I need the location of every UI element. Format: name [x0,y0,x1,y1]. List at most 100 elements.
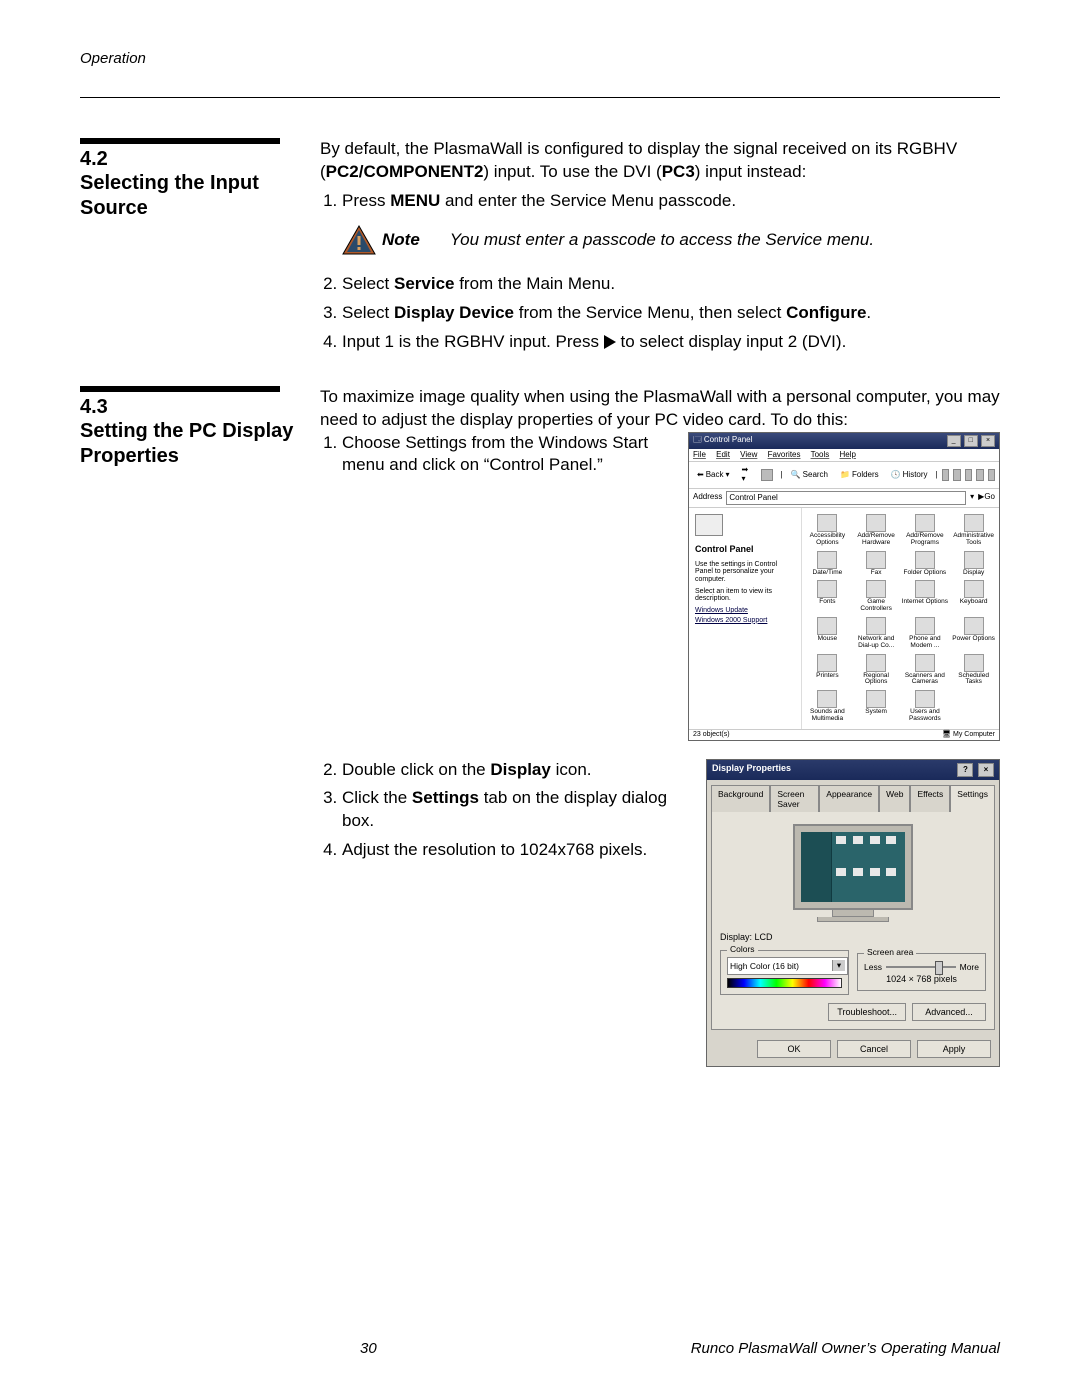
history-button[interactable]: 🕓History [887,469,932,482]
applet-icon [866,617,886,635]
header-rule [80,97,1000,98]
cp-icon-item[interactable]: Printers [804,654,851,687]
cp-icon-item[interactable]: Power Options [950,617,997,650]
t: and enter the Service Menu passcode. [440,191,736,210]
troubleshoot-button[interactable]: Troubleshoot... [828,1003,906,1021]
menu-help[interactable]: Help [840,450,856,459]
link-windows-support[interactable]: Windows 2000 Support [695,617,795,625]
colors-select[interactable]: High Color (16 bit) ▾ [727,957,848,975]
cp-icon-item[interactable]: Add/Remove Hardware [853,514,900,547]
t: My Computer [953,731,995,738]
slider-thumb[interactable] [935,961,943,975]
t: Double click on the [342,760,490,779]
apply-button[interactable]: Apply [917,1040,991,1058]
ok-button[interactable]: OK [757,1040,831,1058]
control-panel-window: 🗔 Control Panel _ □ × File Edit View Fav… [688,432,1000,741]
t: Select [342,303,394,322]
cp-icon-item[interactable]: Users and Passwords [902,690,949,723]
tool-icon[interactable] [942,469,949,481]
cp-icon-item[interactable]: Game Controllers [853,580,900,613]
minimize-icon[interactable]: _ [947,435,961,447]
up-button[interactable] [757,467,777,483]
cp-icon-item[interactable]: Phone and Modem ... [902,617,949,650]
address-dropdown-icon[interactable]: ▾ [970,493,974,502]
cp-icon-item[interactable]: Display [950,551,997,577]
menu-file[interactable]: File [693,450,706,459]
tab-settings[interactable]: Settings [950,785,995,812]
tool-icon[interactable] [976,469,983,481]
cp-large-icon [695,514,723,536]
tool-icon[interactable] [965,469,972,481]
tab-background[interactable]: Background [711,785,770,812]
cp-icon-item[interactable]: Regional Options [853,654,900,687]
t: PC2/COMPONENT2 [326,162,484,181]
applet-label: Sounds and Multimedia [804,709,851,723]
cp-icon-item[interactable]: Keyboard [950,580,997,613]
applet-icon [915,514,935,532]
cp-icon-item[interactable]: Accessibility Options [804,514,851,547]
section43-step1: Choose Settings from the Windows Start m… [342,432,670,478]
cp-icon-item[interactable]: Sounds and Multimedia [804,690,851,723]
applet-label: Fonts [804,599,851,606]
cp-icon-item[interactable]: System [853,690,900,723]
status-location: 🖥 My Computer [942,731,995,739]
folders-button[interactable]: 📁Folders [836,469,883,482]
cp-icon-item[interactable]: Scanners and Cameras [902,654,949,687]
cancel-button[interactable]: Cancel [837,1040,911,1058]
address-input[interactable] [726,491,966,505]
views-icon[interactable] [988,469,995,481]
cp-menu-bar[interactable]: File Edit View Favorites Tools Help [689,449,999,463]
maximize-icon[interactable]: □ [964,435,978,447]
tab-effects[interactable]: Effects [910,785,950,812]
t: Folders [852,471,879,480]
applet-label: Regional Options [853,673,900,687]
cp-icon-item[interactable]: Folder Options [902,551,949,577]
back-button[interactable]: ⬅ Back ▾ [693,469,734,482]
applet-icon [964,654,984,672]
applet-label: Mouse [804,636,851,643]
tab-web[interactable]: Web [879,785,910,812]
applet-label: Accessibility Options [804,533,851,547]
applet-label: Display [950,570,997,577]
go-button[interactable]: ▶Go [978,493,995,502]
close-icon[interactable]: × [981,435,995,447]
chevron-down-icon[interactable]: ▾ [832,960,845,971]
link-windows-update[interactable]: Windows Update [695,607,795,615]
cp-icon-item[interactable]: Mouse [804,617,851,650]
menu-tools[interactable]: Tools [811,450,830,459]
cp-icon-item[interactable]: Date/Time [804,551,851,577]
cp-icon-item[interactable]: Fonts [804,580,851,613]
menu-edit[interactable]: Edit [716,450,730,459]
cp-icon-item[interactable]: Network and Dial-up Co... [853,617,900,650]
search-button[interactable]: 🔍Search [787,469,832,482]
manual-title: Runco PlasmaWall Owner’s Operating Manua… [377,1340,1000,1357]
t: ) input. To use the DVI ( [483,162,661,181]
advanced-button[interactable]: Advanced... [912,1003,986,1021]
cp-icon-item[interactable]: Administrative Tools [950,514,997,547]
monitor-preview [783,824,923,922]
applet-icon [817,514,837,532]
applet-label: Add/Remove Programs [902,533,949,547]
resolution-slider[interactable] [886,966,956,968]
cp-toolbar: ⬅ Back ▾ ➡ ▾ | 🔍Search 📁Folders 🕓History… [689,462,999,489]
cp-icon-item[interactable]: Fax [853,551,900,577]
tab-appearance[interactable]: Appearance [819,785,879,812]
help-icon[interactable]: ? [957,763,973,777]
close-icon[interactable]: × [978,763,994,777]
menu-view[interactable]: View [740,450,757,459]
tab-screensaver[interactable]: Screen Saver [770,785,819,812]
applet-label: Scanners and Cameras [902,673,949,687]
menu-favorites[interactable]: Favorites [768,450,801,459]
forward-button[interactable]: ➡ ▾ [738,464,753,486]
t: Settings [412,788,479,807]
cp-icon-item[interactable]: Scheduled Tasks [950,654,997,687]
dp-title-text: Display Properties [712,763,791,777]
cp-icon-item[interactable]: Add/Remove Programs [902,514,949,547]
section-title-43: Setting the PC Display Properties [80,419,310,469]
applet-icon [866,580,886,598]
section43-step3: Click the Settings tab on the display di… [342,787,688,833]
section42-step1: Press MENU and enter the Service Menu pa… [342,190,1000,213]
tool-icon[interactable] [953,469,960,481]
applet-icon [817,690,837,708]
cp-icon-item[interactable]: Internet Options [902,580,949,613]
